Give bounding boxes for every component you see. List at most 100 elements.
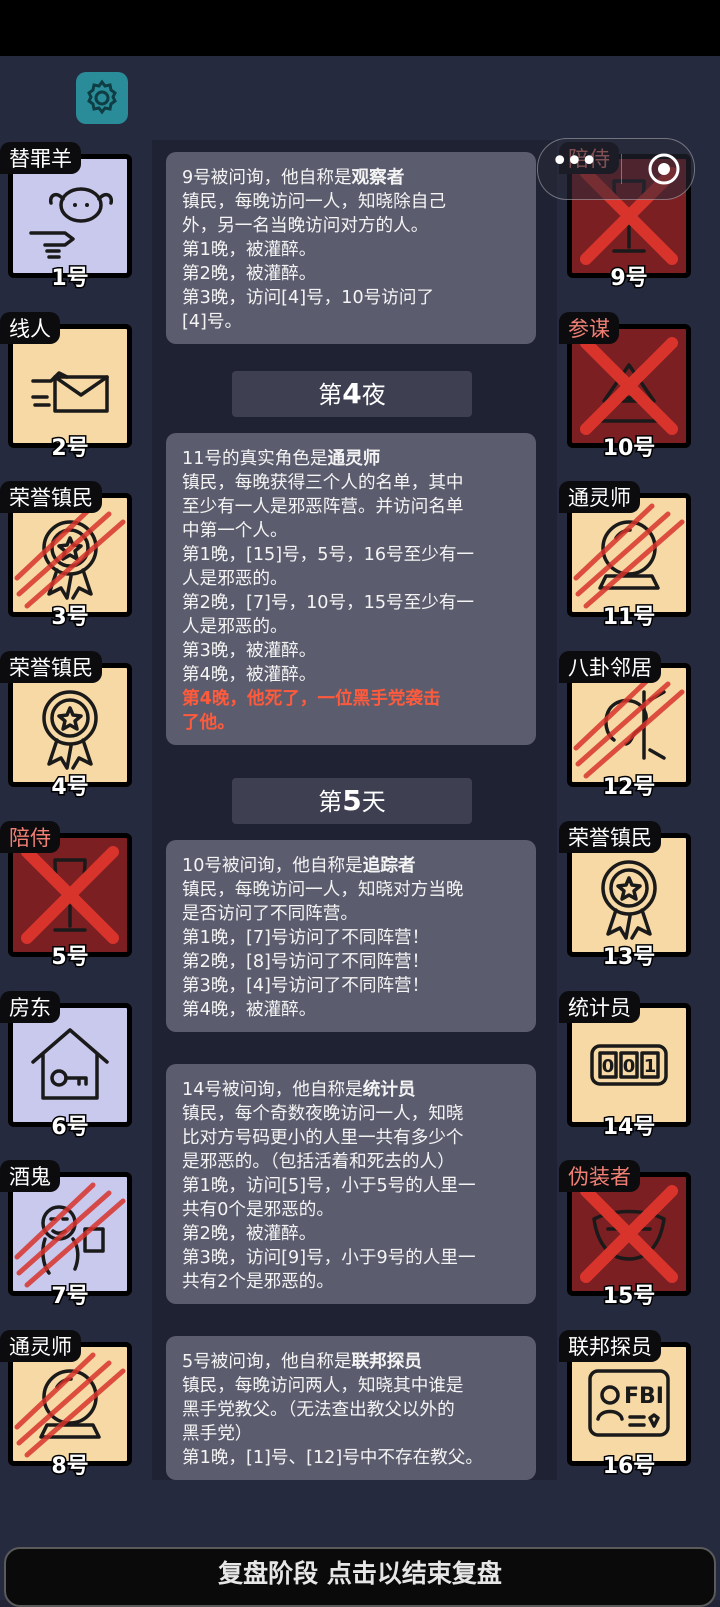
player-seat[interactable]: 荣誉镇民 4号 bbox=[0, 651, 140, 802]
fbi-badge-icon: FBI bbox=[588, 1369, 670, 1437]
role-name-label: 通灵师 bbox=[0, 1330, 81, 1362]
entry-line: 第3晚，访问[9]号，小于9号的人里一 bbox=[182, 1248, 476, 1268]
role-name-label: 荣誉镇民 bbox=[559, 821, 661, 853]
player-seat[interactable]: 酒鬼 7号 bbox=[0, 1160, 140, 1311]
player-seat[interactable]: 房东 6号 bbox=[0, 991, 140, 1142]
dead-cross-mark bbox=[21, 846, 119, 944]
claw-scratch-mark bbox=[14, 1352, 126, 1458]
log-entry: 10号被问询，他自称是追踪者 镇民，每晚访问一人，知晓对方当晚 是否访问了不同阵营… bbox=[166, 840, 536, 1032]
entry-line: 第3晚，[4]号访问了不同阵营！ bbox=[182, 976, 430, 996]
entry-line: 黑手党） bbox=[182, 1424, 253, 1444]
close-target-icon[interactable] bbox=[647, 152, 681, 186]
role-name-label: 联邦探员 bbox=[559, 1330, 661, 1362]
player-seat[interactable]: 替罪羊 1号 bbox=[0, 142, 140, 293]
entry-line: 黑手党教父。（无法查出教父以外的 bbox=[182, 1400, 455, 1420]
entry-line: 第2晚，被灌醉。 bbox=[182, 1224, 317, 1244]
entry-line: 第1晚，[7]号访问了不同阵营！ bbox=[182, 928, 430, 948]
claw-scratch-mark bbox=[573, 503, 685, 609]
settings-button[interactable] bbox=[76, 72, 128, 124]
seat-number: 7号 bbox=[50, 1283, 90, 1311]
end-review-button[interactable]: 复盘阶段 点击以结束复盘 bbox=[4, 1547, 716, 1607]
entry-line: 镇民，每晚访问两人，知晓其中谁是 bbox=[182, 1376, 464, 1396]
role-name-label: 参谋 bbox=[559, 312, 619, 344]
entry-line: 是否访问了不同阵营。 bbox=[182, 904, 358, 924]
player-seat[interactable]: 陪侍 5号 bbox=[0, 821, 140, 972]
game-log[interactable]: 9号被问询，他自称是观察者 镇民，每晚访问一人，知晓除自己 外，另一名当晚访问对方… bbox=[152, 140, 557, 1480]
player-seat[interactable]: 通灵师 8号 bbox=[0, 1330, 140, 1481]
role-name-label: 伪装者 bbox=[559, 1160, 640, 1192]
player-seat[interactable]: 八卦邻居 12号 bbox=[559, 651, 699, 802]
capsule-divider bbox=[620, 154, 622, 184]
medal-icon bbox=[601, 860, 657, 940]
entry-line: 共有0个是邪恶的。 bbox=[182, 1200, 334, 1220]
svg-text:1: 1 bbox=[644, 1056, 657, 1077]
log-entry: 9号被问询，他自称是观察者 镇民，每晚访问一人，知晓除自己 外，另一名当晚访问对方… bbox=[166, 152, 536, 344]
role-name-label: 替罪羊 bbox=[0, 142, 81, 174]
player-seat[interactable]: 通灵师 11号 bbox=[559, 481, 699, 632]
seat-number: 3号 bbox=[50, 604, 90, 632]
seat-number: 9号 bbox=[609, 265, 649, 293]
seat-number: 14号 bbox=[601, 1114, 657, 1142]
entry-line: 第1晚，被灌醉。 bbox=[182, 240, 317, 260]
player-seat[interactable]: 线人 2号 bbox=[0, 312, 140, 463]
medal-icon bbox=[42, 690, 98, 770]
seat-number: 15号 bbox=[601, 1283, 657, 1311]
entry-line: 中第一个人。 bbox=[182, 521, 288, 541]
entry-line: 人是邪恶的。 bbox=[182, 617, 288, 637]
dead-cross-mark bbox=[580, 337, 678, 435]
log-entry: 11号的真实角色是通灵师 镇民，每晚获得三个人的名单，其中 至少有一人是邪恶阵营。… bbox=[166, 433, 536, 745]
seat-number: 2号 bbox=[50, 435, 90, 463]
entry-line: 第2晚，[7]号，10号，15号至少有一 bbox=[182, 593, 475, 613]
seat-number: 6号 bbox=[50, 1114, 90, 1142]
entry-line: [4]号。 bbox=[182, 312, 243, 332]
entry-line: 人是邪恶的。 bbox=[182, 569, 288, 589]
more-menu-icon[interactable]: ••• bbox=[551, 147, 598, 177]
player-seat[interactable]: FBI 联邦探员 16号 bbox=[559, 1330, 699, 1481]
role-name-label: 房东 bbox=[0, 991, 60, 1023]
entry-heading: 5号被问询，他自称是联邦探员 bbox=[182, 1352, 422, 1372]
player-seat[interactable]: 荣誉镇民 3号 bbox=[0, 481, 140, 632]
player-seat[interactable]: 荣誉镇民 13号 bbox=[559, 821, 699, 972]
dead-cross-mark bbox=[580, 1185, 678, 1283]
entry-line: 第1晚，[15]号，5号，16号至少有一 bbox=[182, 545, 475, 565]
seat-number: 11号 bbox=[601, 604, 657, 632]
letter-icon bbox=[31, 371, 109, 413]
svg-text:FBI: FBI bbox=[624, 1384, 664, 1409]
entry-line: 镇民，每晚访问一人，知晓除自己 bbox=[182, 192, 446, 212]
player-seat[interactable]: 伪装者 15号 bbox=[559, 1160, 699, 1311]
entry-line: 第2晚，[8]号访问了不同阵营！ bbox=[182, 952, 430, 972]
entry-line: 共有2个是邪恶的。 bbox=[182, 1272, 334, 1292]
claw-scratch-mark bbox=[573, 673, 685, 779]
entry-line: 第3晚，被灌醉。 bbox=[182, 641, 317, 661]
entry-line: 至少有一人是邪恶阵营。并访问名单 bbox=[182, 497, 464, 517]
entry-heading: 14号被问询，他自称是统计员 bbox=[182, 1080, 416, 1100]
claw-scratch-mark bbox=[14, 1182, 126, 1288]
entry-line: 第1晚，访问[5]号，小于5号的人里一 bbox=[182, 1176, 476, 1196]
svg-text:0: 0 bbox=[623, 1056, 636, 1077]
seat-number: 4号 bbox=[50, 774, 90, 802]
role-name-label: 线人 bbox=[0, 312, 60, 344]
role-name-label: 荣誉镇民 bbox=[0, 651, 102, 683]
role-name-label: 统计员 bbox=[559, 991, 640, 1023]
seat-number: 13号 bbox=[601, 944, 657, 972]
seat-number: 16号 bbox=[601, 1453, 657, 1481]
entry-line: 镇民，每晚获得三个人的名单，其中 bbox=[182, 473, 464, 493]
death-notice: 了他。 bbox=[182, 713, 235, 733]
phase-header-night: 第4夜 bbox=[232, 371, 472, 417]
status-bar bbox=[0, 0, 720, 56]
entry-line: 第1晚，[1]号、[12]号中不存在教父。 bbox=[182, 1448, 483, 1468]
svg-text:0: 0 bbox=[602, 1056, 615, 1077]
role-name-label: 通灵师 bbox=[559, 481, 640, 513]
log-entry: 5号被问询，他自称是联邦探员 镇民，每晚访问两人，知晓其中谁是 黑手党教父。（无法… bbox=[166, 1336, 536, 1480]
house-key-icon bbox=[31, 1028, 109, 1100]
entry-heading: 11号的真实角色是通灵师 bbox=[182, 449, 381, 469]
player-seat[interactable]: 参谋 10号 bbox=[559, 312, 699, 463]
player-seat[interactable]: 0 0 1 统计员 14号 bbox=[559, 991, 699, 1142]
phase-header-day: 第5天 bbox=[232, 778, 472, 824]
log-entry: 14号被问询，他自称是统计员 镇民，每个奇数夜晚访问一人，知晓 比对方号码更小的人… bbox=[166, 1064, 536, 1304]
entry-line: 第4晚，被灌醉。 bbox=[182, 665, 317, 685]
entry-line: 第3晚，访问[4]号，10号访问了 bbox=[182, 288, 435, 308]
seat-number: 10号 bbox=[601, 435, 657, 463]
entry-line: 第2晚，被灌醉。 bbox=[182, 264, 317, 284]
seat-number: 1号 bbox=[50, 265, 90, 293]
